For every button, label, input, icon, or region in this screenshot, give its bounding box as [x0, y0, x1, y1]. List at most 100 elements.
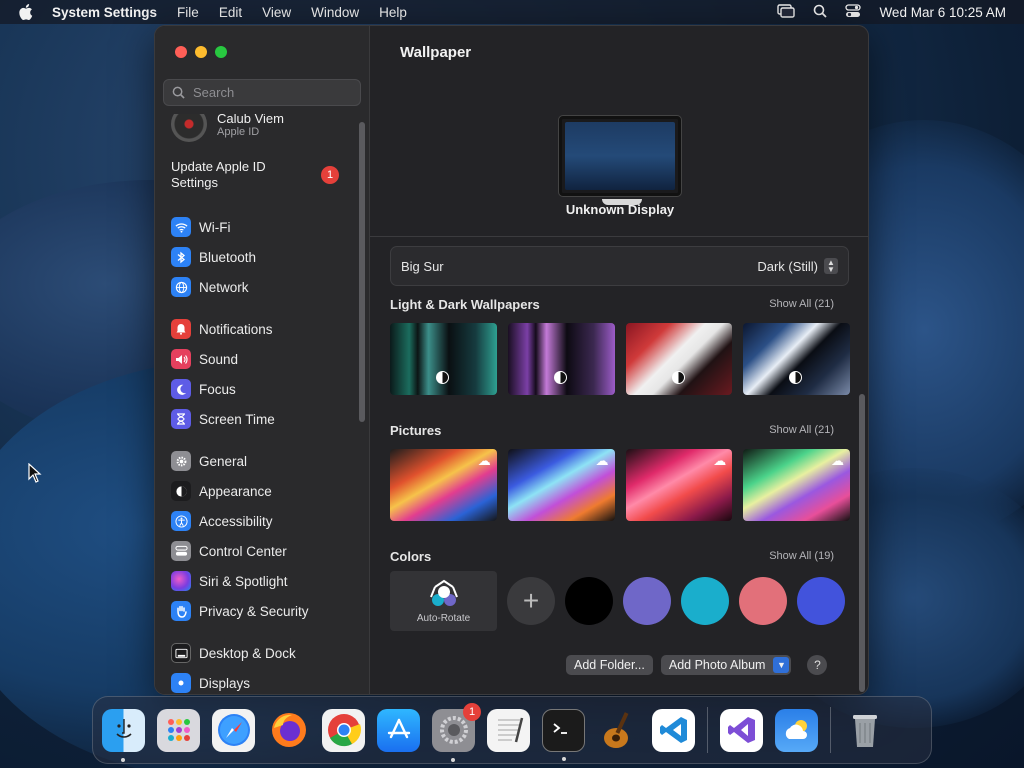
color-swatch-black[interactable]: [565, 577, 613, 625]
menu-help[interactable]: Help: [379, 5, 407, 20]
spotlight-search-icon[interactable]: [813, 4, 828, 21]
menu-bar: System Settings File Edit View Window He…: [0, 0, 1024, 24]
show-all-colors[interactable]: Show All (19): [769, 550, 834, 562]
textedit-icon[interactable]: [487, 708, 530, 752]
wallpaper-thumbnail[interactable]: ☁: [390, 449, 497, 521]
display-name: Unknown Display: [565, 202, 675, 217]
sidebar-item-displays[interactable]: Displays: [155, 668, 370, 694]
chevron-down-icon[interactable]: ▼: [773, 657, 790, 673]
menu-view[interactable]: View: [262, 5, 291, 20]
control-center-menu-icon[interactable]: [845, 3, 862, 21]
firefox-icon[interactable]: [267, 709, 310, 752]
sidebar-scrollbar[interactable]: [359, 122, 365, 422]
close-button[interactable]: [175, 46, 187, 58]
account-subtitle: Apple ID: [217, 125, 260, 138]
running-indicator: [451, 757, 455, 762]
globe-icon: [171, 277, 191, 297]
sidebar-item-wifi[interactable]: Wi-Fi: [155, 212, 370, 242]
sidebar-item-general[interactable]: General: [155, 446, 370, 476]
running-indicator: [121, 757, 125, 762]
dock-separator: [707, 707, 708, 753]
chrome-icon[interactable]: [322, 708, 365, 752]
finder-icon[interactable]: [102, 708, 145, 762]
apple-id-account[interactable]: Calub Viem Apple ID: [155, 114, 370, 142]
auto-rotate-label: Auto-Rotate: [416, 612, 471, 624]
sidebar-item-siri-spotlight[interactable]: Siri & Spotlight: [155, 566, 370, 596]
wallpaper-thumbnail[interactable]: [625, 323, 733, 395]
trash-icon[interactable]: [843, 709, 886, 752]
sidebar-search[interactable]: [163, 79, 361, 106]
menu-edit[interactable]: Edit: [219, 5, 242, 20]
sidebar-item-sound[interactable]: Sound: [155, 344, 370, 374]
app-name-menu[interactable]: System Settings: [52, 5, 157, 20]
sidebar-item-screen-time[interactable]: Screen Time: [155, 404, 370, 434]
wallpaper-thumbnail[interactable]: ☁: [507, 449, 615, 521]
sidebar-item-accessibility[interactable]: Accessibility: [155, 506, 370, 536]
display-thumbnail[interactable]: [559, 116, 681, 205]
color-swatch-blue[interactable]: [797, 577, 845, 625]
minimize-button[interactable]: [195, 46, 207, 58]
system-settings-icon[interactable]: 1: [432, 702, 481, 762]
safari-icon[interactable]: [212, 708, 255, 752]
color-swatch-purple[interactable]: [623, 577, 671, 625]
apple-menu-icon[interactable]: [0, 4, 52, 20]
vscode-icon[interactable]: [652, 708, 695, 752]
color-swatch-teal[interactable]: [681, 577, 729, 625]
wallpaper-style-popup[interactable]: Dark (Still) ▲ ▼: [757, 258, 838, 274]
wallpaper-thumbnail[interactable]: [507, 323, 615, 395]
garageband-icon[interactable]: [597, 709, 640, 752]
screen-mirroring-icon[interactable]: [777, 3, 796, 21]
sidebar-item-focus[interactable]: Focus: [155, 374, 370, 404]
account-name: Calub Viem: [217, 114, 284, 126]
siri-icon: [171, 571, 191, 591]
light-dark-icon: [553, 371, 567, 384]
speaker-icon: [171, 349, 191, 369]
update-label: Update Apple ID Settings: [171, 159, 266, 190]
terminal-icon[interactable]: [542, 708, 585, 761]
sidebar-item-label: Wi-Fi: [199, 219, 231, 235]
add-folder-button[interactable]: Add Folder...: [566, 655, 653, 675]
menu-file[interactable]: File: [177, 5, 199, 20]
wallpaper-thumbnail[interactable]: [743, 323, 850, 395]
sidebar-item-label: General: [199, 453, 248, 469]
download-cloud-icon: ☁: [595, 453, 609, 468]
sidebar-item-label: Sound: [199, 351, 239, 367]
menubar-clock[interactable]: Wed Mar 6 10:25 AM: [879, 5, 1006, 20]
update-apple-id-settings[interactable]: Update Apple ID Settings 1: [155, 150, 370, 200]
menu-window[interactable]: Window: [311, 5, 359, 20]
weather-icon[interactable]: [775, 708, 818, 752]
launchpad-icon[interactable]: [157, 708, 200, 752]
sidebar-item-privacy-security[interactable]: Privacy & Security: [155, 596, 370, 626]
visual-studio-icon[interactable]: [720, 708, 763, 752]
bluetooth-icon: [171, 247, 191, 267]
wallpaper-thumbnail[interactable]: ☁: [743, 449, 850, 521]
main-scrollbar[interactable]: [859, 394, 865, 692]
wallpaper-thumbnail[interactable]: [390, 323, 497, 395]
sidebar-group-notifications: Notifications Sound Focus Screen Time: [155, 314, 370, 434]
show-all-pictures[interactable]: Show All (21): [769, 424, 834, 436]
sidebar-item-appearance[interactable]: Appearance: [155, 476, 370, 506]
sidebar-item-desktop-dock[interactable]: Desktop & Dock: [155, 638, 370, 668]
moon-icon: [171, 379, 191, 399]
sidebar-item-control-center[interactable]: Control Center: [155, 536, 370, 566]
sidebar-item-label: Focus: [199, 381, 236, 397]
app-store-icon[interactable]: [377, 708, 420, 752]
add-color-button[interactable]: +: [507, 577, 555, 625]
sidebar-group-network: Wi-Fi Bluetooth Network: [155, 212, 370, 302]
color-swatch-pink[interactable]: [739, 577, 787, 625]
show-all-light-dark[interactable]: Show All (21): [769, 298, 834, 310]
bottom-buttons: Add Folder... Add Photo Album ▼ ?: [566, 655, 828, 675]
sidebar-item-label: Appearance: [199, 483, 272, 499]
sidebar-item-notifications[interactable]: Notifications: [155, 314, 370, 344]
add-photo-album-button[interactable]: Add Photo Album ▼: [660, 655, 792, 675]
wallpaper-style-selector[interactable]: Big Sur Dark (Still) ▲ ▼: [390, 246, 849, 286]
search-input[interactable]: [193, 85, 353, 100]
wallpaper-thumbnail[interactable]: ☁: [625, 449, 733, 521]
zoom-button[interactable]: [215, 46, 227, 58]
sidebar-group-general: General Appearance Accessibility Control…: [155, 446, 370, 626]
sidebar-item-label: Accessibility: [199, 513, 273, 529]
help-button[interactable]: ?: [807, 655, 828, 675]
sidebar-item-bluetooth[interactable]: Bluetooth: [155, 242, 370, 272]
auto-rotate-tile[interactable]: Auto-Rotate: [390, 571, 497, 631]
sidebar-item-network[interactable]: Network: [155, 272, 370, 302]
